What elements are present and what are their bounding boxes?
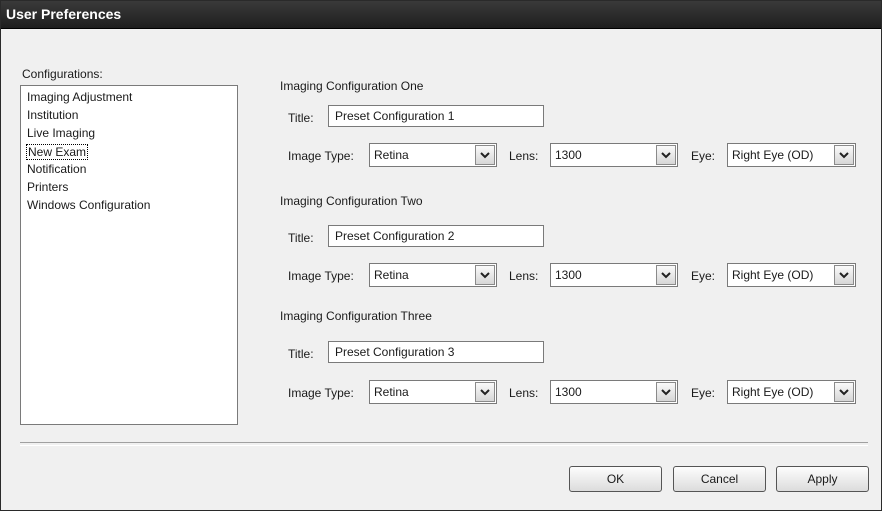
- title-input[interactable]: Preset Configuration 1: [328, 105, 544, 127]
- lens-select[interactable]: 1300: [550, 143, 678, 167]
- chevron-down-icon[interactable]: [834, 382, 854, 402]
- title-input[interactable]: Preset Configuration 3: [328, 341, 544, 363]
- cancel-button[interactable]: Cancel: [673, 466, 766, 492]
- eye-value: Right Eye (OD): [732, 268, 814, 282]
- image-type-value: Retina: [374, 148, 409, 162]
- list-item[interactable]: Imaging Adjustment: [27, 90, 132, 104]
- chevron-down-icon[interactable]: [656, 265, 676, 285]
- eye-select[interactable]: Right Eye (OD): [727, 263, 856, 287]
- title-label: Title:: [288, 111, 314, 125]
- title-label: Title:: [288, 231, 314, 245]
- config-heading: Imaging Configuration Two: [280, 194, 423, 208]
- list-item-selected[interactable]: New Exam: [26, 144, 89, 160]
- lens-label: Lens:: [509, 149, 539, 163]
- configurations-list[interactable]: Imaging Adjustment Institution Live Imag…: [20, 85, 238, 425]
- list-item[interactable]: Notification: [27, 162, 86, 176]
- config-heading: Imaging Configuration Three: [280, 309, 432, 323]
- image-type-label: Image Type:: [288, 386, 354, 400]
- lens-label: Lens:: [509, 269, 539, 283]
- image-type-label: Image Type:: [288, 149, 354, 163]
- chevron-down-icon[interactable]: [475, 382, 495, 402]
- title-bar[interactable]: User Preferences: [1, 1, 881, 29]
- lens-value: 1300: [555, 148, 582, 162]
- list-item[interactable]: Printers: [27, 180, 68, 194]
- apply-button[interactable]: Apply: [776, 466, 869, 492]
- chevron-down-icon[interactable]: [475, 145, 495, 165]
- lens-label: Lens:: [509, 386, 539, 400]
- eye-select[interactable]: Right Eye (OD): [727, 143, 856, 167]
- lens-value: 1300: [555, 268, 582, 282]
- image-type-label: Image Type:: [288, 269, 354, 283]
- config-heading: Imaging Configuration One: [280, 79, 424, 93]
- eye-label: Eye:: [691, 149, 716, 163]
- image-type-select[interactable]: Retina: [369, 143, 497, 167]
- list-item[interactable]: Institution: [27, 108, 78, 122]
- eye-label: Eye:: [691, 386, 716, 400]
- chevron-down-icon[interactable]: [834, 145, 854, 165]
- image-type-select[interactable]: Retina: [369, 380, 497, 404]
- configurations-label: Configurations:: [22, 67, 103, 81]
- separator: [20, 442, 868, 446]
- eye-value: Right Eye (OD): [732, 148, 814, 162]
- list-item[interactable]: Live Imaging: [27, 126, 95, 140]
- image-type-value: Retina: [374, 385, 409, 399]
- chevron-down-icon[interactable]: [834, 265, 854, 285]
- window-title: User Preferences: [6, 6, 122, 22]
- lens-select[interactable]: 1300: [550, 263, 678, 287]
- ok-button[interactable]: OK: [569, 466, 662, 492]
- eye-value: Right Eye (OD): [732, 385, 814, 399]
- chevron-down-icon[interactable]: [656, 382, 676, 402]
- chevron-down-icon[interactable]: [656, 145, 676, 165]
- lens-select[interactable]: 1300: [550, 380, 678, 404]
- image-type-value: Retina: [374, 268, 409, 282]
- list-item[interactable]: Windows Configuration: [27, 198, 150, 212]
- image-type-select[interactable]: Retina: [369, 263, 497, 287]
- user-preferences-window: User Preferences Configurations: Imaging…: [0, 0, 882, 511]
- eye-label: Eye:: [691, 269, 716, 283]
- lens-value: 1300: [555, 385, 582, 399]
- chevron-down-icon[interactable]: [475, 265, 495, 285]
- title-input[interactable]: Preset Configuration 2: [328, 225, 544, 247]
- eye-select[interactable]: Right Eye (OD): [727, 380, 856, 404]
- title-label: Title:: [288, 347, 314, 361]
